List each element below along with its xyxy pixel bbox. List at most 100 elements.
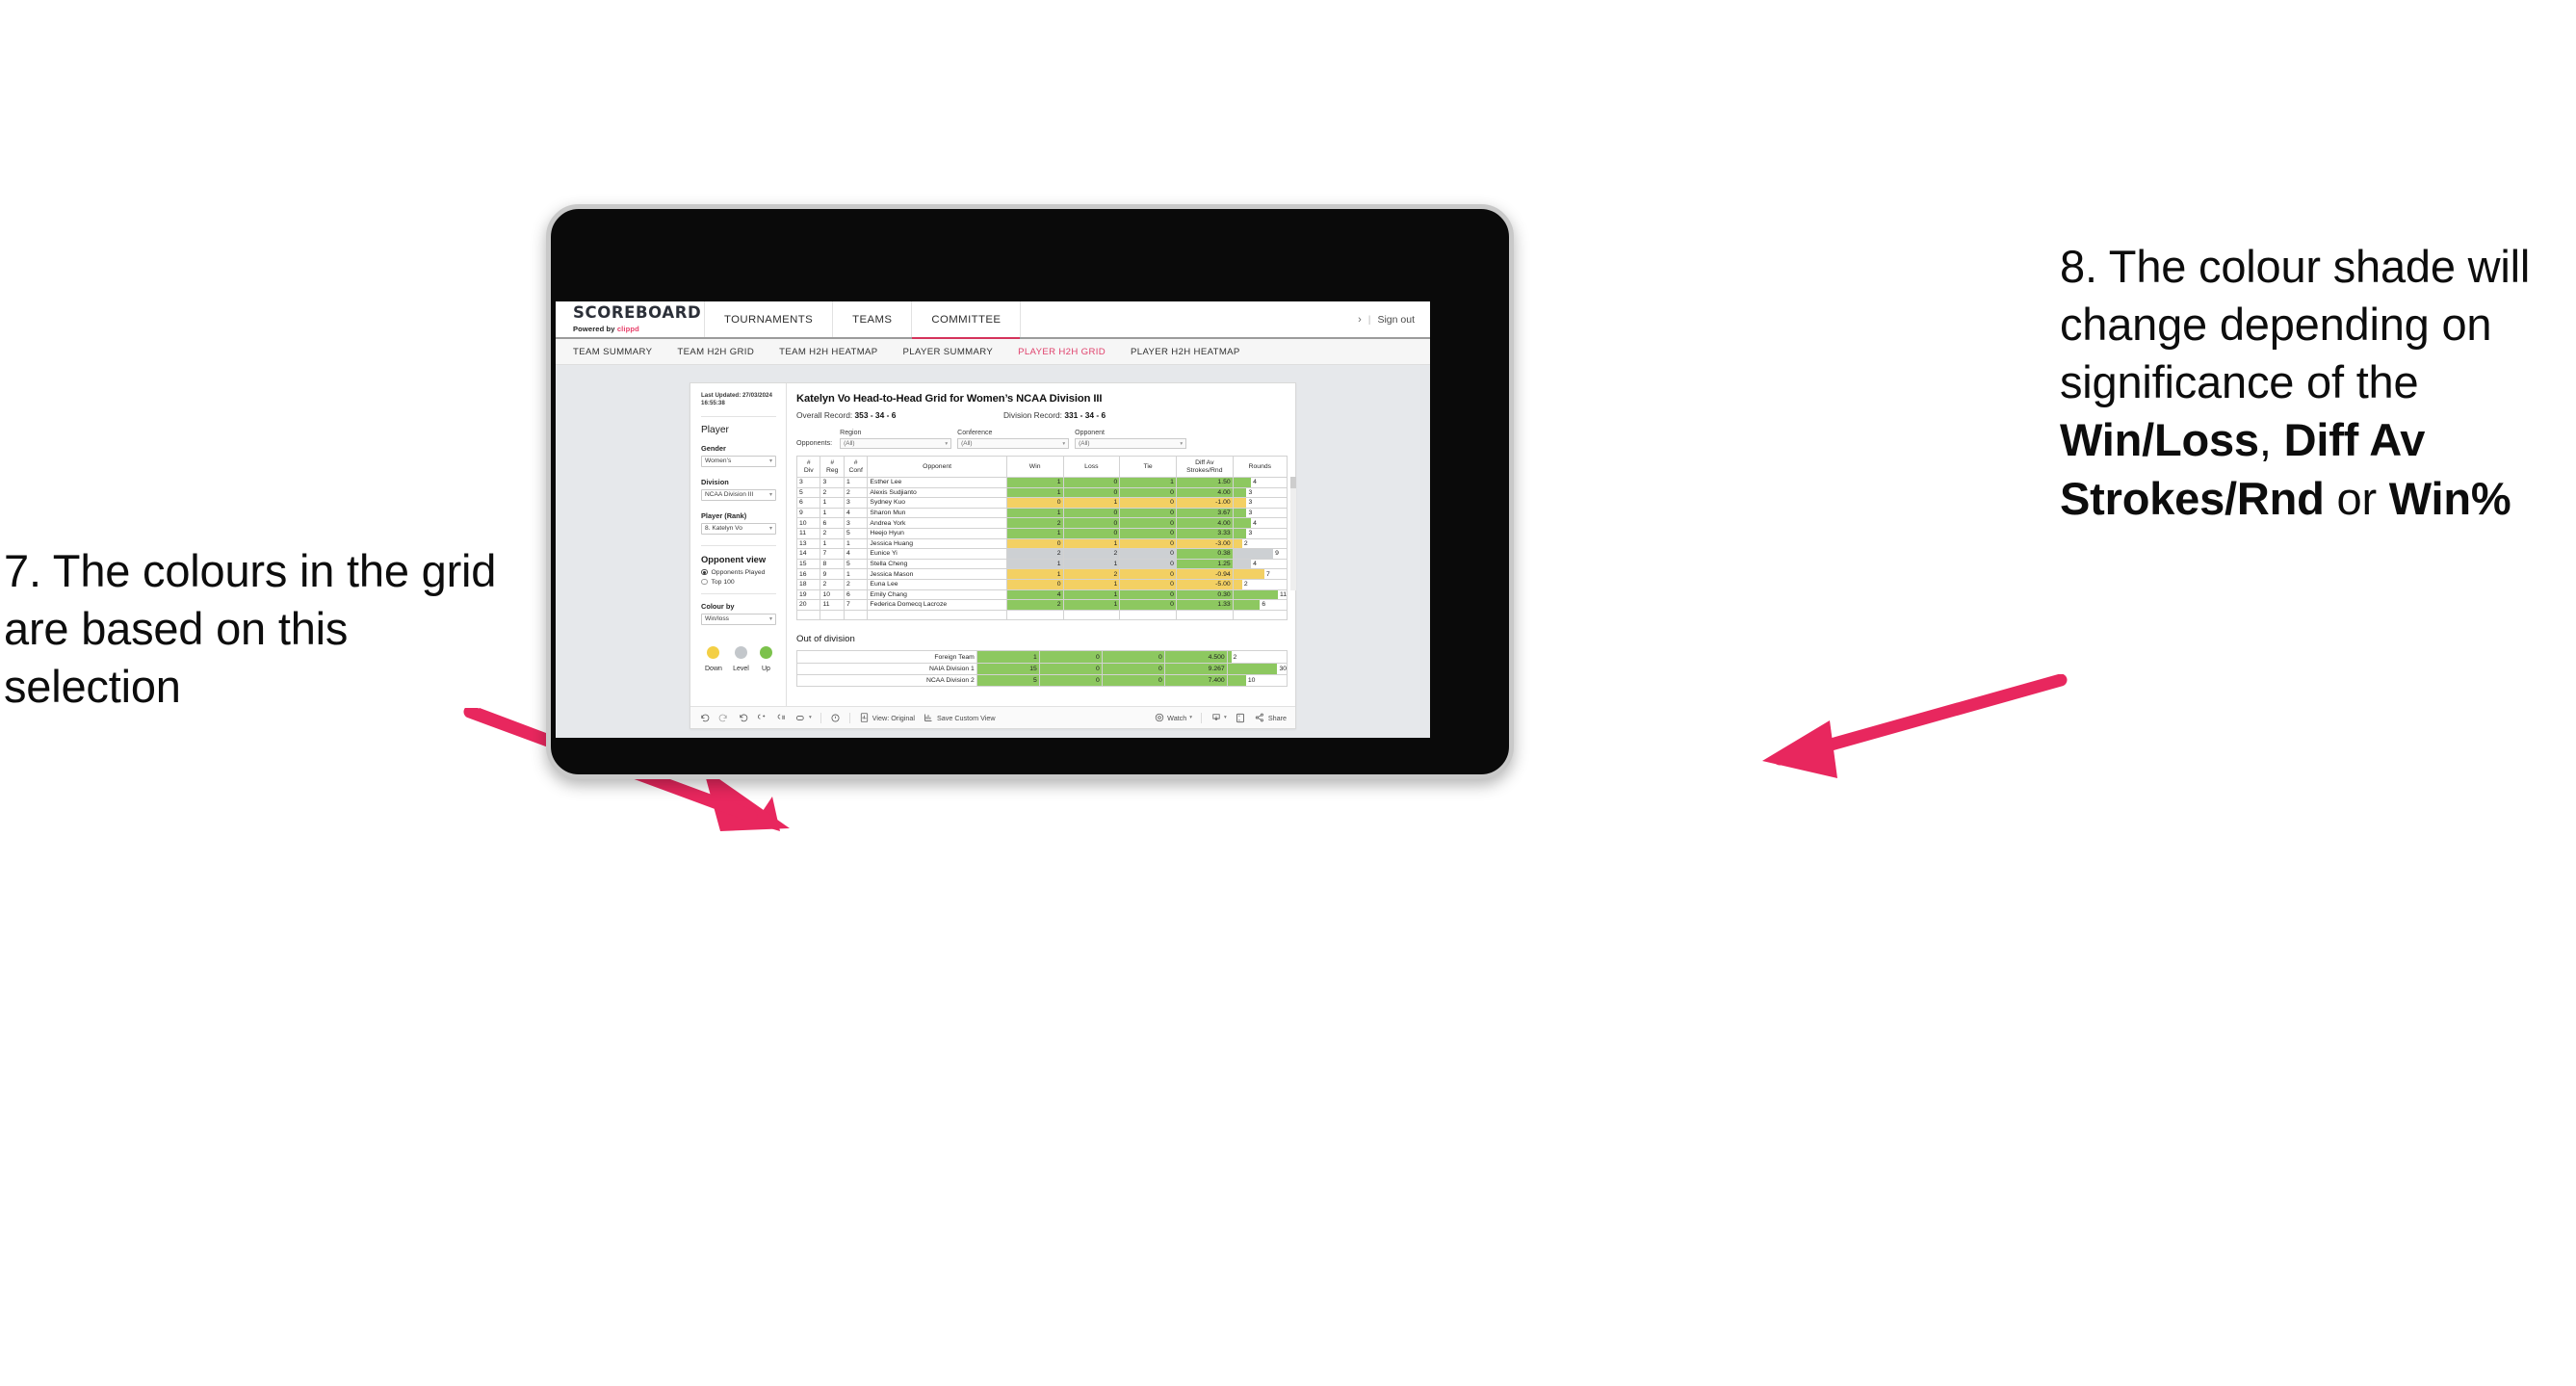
watch-button[interactable]: Watch ▾	[1154, 713, 1192, 723]
highlight-tool[interactable]: ▾	[795, 713, 812, 723]
table-row[interactable]: 18 2 2 Euna Lee 0 1 0 -5.00 2	[795, 578, 1288, 590]
player-rank-select[interactable]: 8. Katelyn Vo ▾	[701, 522, 776, 535]
cell-reg: 3	[820, 477, 845, 488]
refresh-data-icon[interactable]	[757, 713, 768, 723]
viz-container: Last Updated: 27/03/2024 16:55:38 Player…	[690, 382, 1296, 729]
cell-tie: 0	[1119, 537, 1177, 550]
rounds-value: 6	[1262, 601, 1266, 609]
radio-top-100[interactable]: Top 100	[701, 579, 776, 586]
cell-conf: 5	[843, 558, 869, 570]
rounds-bar	[1233, 508, 1247, 518]
cell-tie: 0	[1101, 662, 1165, 676]
pause-updates-icon[interactable]	[776, 713, 787, 723]
nav-tab-committee[interactable]: COMMITTEE	[912, 301, 1022, 339]
download-button[interactable]: ▾	[1210, 713, 1227, 723]
subtab-team-summary[interactable]: TEAM SUMMARY	[573, 347, 652, 357]
revert-icon[interactable]	[738, 713, 748, 723]
toolbar-divider-1	[820, 712, 821, 723]
cell-loss: 1	[1062, 558, 1121, 570]
table-row[interactable]: 13 1 1 Jessica Huang 0 1 0 -3.00 2	[795, 537, 1288, 550]
table-row[interactable]: 11 2 5 Heejo Hyun 1 0 0 3.33 3	[795, 527, 1288, 539]
filter-opponent-select[interactable]: (All) ▾	[1075, 438, 1187, 449]
division-record: Division Record: 331 - 34 - 6	[1003, 410, 1106, 420]
grid-header-rounds: Rounds	[1232, 456, 1288, 478]
subtab-player-summary[interactable]: PLAYER SUMMARY	[903, 347, 994, 357]
table-row[interactable]: 6 1 3 Sydney Kuo 0 1 0 -1.00 3	[795, 497, 1288, 509]
table-row[interactable]: 19 10 6 Emily Chang 4 1 0 0.30 11	[795, 588, 1288, 601]
fullscreen-icon[interactable]	[1236, 713, 1246, 723]
cell-rounds: 6	[1232, 599, 1288, 611]
filter-region-value: (All)	[844, 440, 855, 447]
last-updated-line2: 16:55:38	[701, 400, 725, 407]
table-row[interactable]: 3 3 1 Esther Lee 1 0 1 1.50 4	[795, 477, 1288, 488]
undo-icon[interactable]	[699, 713, 710, 723]
subtab-player-h2h-heatmap[interactable]: PLAYER H2H HEATMAP	[1131, 347, 1240, 357]
subtab-team-h2h-grid[interactable]: TEAM H2H GRID	[677, 347, 754, 357]
filter-region-select[interactable]: (All) ▾	[840, 438, 952, 449]
division-select[interactable]: NCAA Division III ▾	[701, 488, 776, 501]
rounds-bar	[1233, 498, 1247, 508]
cell-loss: 2	[1062, 548, 1121, 560]
save-custom-view-button[interactable]: Save Custom View	[924, 713, 996, 723]
table-row[interactable]: 15 8 5 Stella Cheng 1 1 0 1.25 4	[795, 558, 1288, 570]
cell-loss: 0	[1038, 674, 1103, 688]
out-of-division-row[interactable]: NAIA Division 1 15 0 0 9.267 30	[796, 662, 1288, 676]
chevron-down-icon: ▾	[1224, 715, 1227, 720]
nav-tab-teams[interactable]: TEAMS	[833, 301, 913, 337]
cell-rounds: 3	[1232, 527, 1288, 539]
cell-diff-av-strokes: 1.50	[1175, 477, 1234, 488]
rounds-bar-wrap: 2	[1233, 538, 1287, 549]
rounds-bar-wrap: 3	[1233, 528, 1287, 538]
viz-main: Katelyn Vo Head-to-Head Grid for Women’s…	[787, 383, 1296, 706]
grid-scrollbar[interactable]	[1290, 477, 1296, 590]
cell-opponent: Stella Cheng	[867, 558, 1007, 570]
viz-body: Last Updated: 27/03/2024 16:55:38 Player…	[690, 383, 1296, 706]
view-original-button[interactable]: View: Original	[859, 713, 915, 723]
cell-opponent: Eunice Yi	[867, 548, 1007, 560]
subtab-player-h2h-grid[interactable]: PLAYER H2H GRID	[1018, 347, 1106, 357]
toolbar-divider-2	[848, 712, 850, 723]
cell-rounds: 2	[1232, 578, 1288, 590]
cell-opponent: Euna Lee	[867, 578, 1007, 590]
spacer-cell	[820, 609, 845, 621]
grid-header-div: # Div	[795, 456, 821, 478]
cell-rounds: 4	[1232, 558, 1288, 570]
nav-tab-tournaments[interactable]: TOURNAMENTS	[705, 301, 834, 337]
radio-opponents-played[interactable]: Opponents Played	[701, 569, 776, 576]
table-row[interactable]: 10 6 3 Andrea York 2 0 0 4.00 4	[795, 517, 1288, 529]
gender-select[interactable]: Women’s ▾	[701, 455, 776, 467]
table-row[interactable]: 14 7 4 Eunice Yi 2 2 0 0.38 9	[795, 548, 1288, 560]
filter-opponent-label: Opponent	[1075, 430, 1105, 436]
grid-scrollbar-thumb[interactable]	[1290, 477, 1296, 488]
table-row[interactable]: 5 2 2 Alexis Sudjianto 1 0 0 4.00 3	[795, 486, 1288, 499]
rounds-bar-wrap: 3	[1233, 487, 1287, 498]
cell-reg: 1	[820, 497, 845, 509]
table-spacer-row	[795, 609, 1288, 621]
grid-header-diff-av-strokes-rnd: Diff Av Strokes/Rnd	[1175, 456, 1234, 478]
out-of-division-table: Foreign Team 1 0 0 4.500 2 NAIA Division 1 15 0 0…	[796, 650, 1288, 688]
redo-icon[interactable]	[718, 713, 729, 723]
rounds-bar-wrap: 3	[1233, 508, 1287, 518]
brand-logo[interactable]: SCOREBOARD Powered by clippd	[556, 301, 705, 337]
table-row[interactable]: 16 9 1 Jessica Mason 1 2 0 -0.94 7	[795, 568, 1288, 580]
table-row[interactable]: 9 1 4 Sharon Mun 1 0 0 3.67 3	[795, 507, 1288, 519]
division-record-value: 331 - 34 - 6	[1064, 410, 1106, 420]
out-of-division-row[interactable]: Foreign Team 1 0 0 4.500 2	[796, 650, 1288, 664]
out-of-division-row[interactable]: NCAA Division 2 5 0 0 7.400 10	[796, 674, 1288, 688]
colour-by-select[interactable]: Win/loss ▾	[701, 613, 776, 625]
chevron-right-icon[interactable]: ›	[1358, 314, 1362, 326]
sign-out-link[interactable]: Sign out	[1377, 314, 1415, 326]
rounds-bar	[1233, 569, 1264, 579]
filter-conference-select[interactable]: (All) ▾	[957, 438, 1070, 449]
subtab-team-h2h-heatmap[interactable]: TEAM H2H HEATMAP	[779, 347, 877, 357]
watch-label: Watch	[1167, 713, 1187, 722]
table-row[interactable]: 20 11 7 Federica Domecq Lacroze 2 1 0 1.33 6	[795, 599, 1288, 611]
callout-7-text: 7. The colours in the grid are based on …	[4, 545, 497, 713]
grid-header-line: Conf	[848, 466, 863, 474]
radio-icon-selected	[701, 568, 708, 576]
chevron-down-icon: ▾	[1189, 715, 1193, 720]
rounds-bar-wrap: 4	[1233, 559, 1287, 569]
cell-div: 19	[795, 588, 821, 601]
share-button[interactable]: Share	[1255, 713, 1287, 723]
alerts-icon[interactable]	[830, 713, 841, 723]
